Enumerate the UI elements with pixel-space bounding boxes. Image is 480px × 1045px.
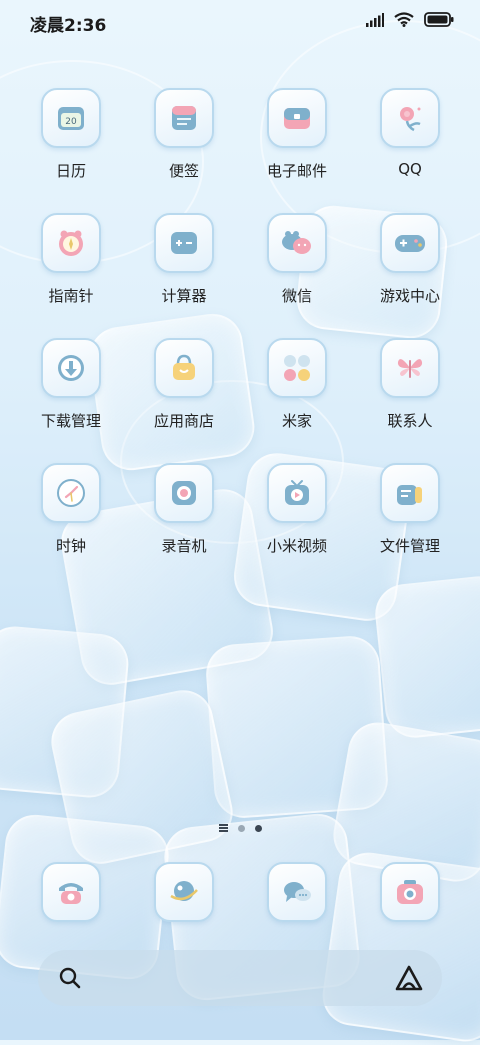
page-dot-1[interactable] [237, 824, 245, 832]
store-bag-icon [154, 338, 214, 398]
browser-planet-icon [154, 862, 214, 922]
recorder-icon [154, 463, 214, 523]
battery-icon [424, 12, 454, 27]
app-list-indicator-icon[interactable] [218, 824, 228, 832]
contacts-butterfly-icon [380, 338, 440, 398]
dock [0, 862, 480, 922]
status-icons [366, 12, 454, 27]
app-recorder[interactable]: 录音机 [129, 463, 239, 556]
mijia-icon [267, 338, 327, 398]
app-app-store[interactable]: 应用商店 [129, 338, 239, 431]
app-label-mi-video: 小米视频 [266, 537, 327, 555]
phone-icon [41, 862, 101, 922]
app-label-calendar: 日历 [55, 162, 86, 180]
app-calendar[interactable]: 20 日历 [16, 88, 126, 181]
app-label-app-store: 应用商店 [153, 412, 214, 430]
app-email[interactable]: 电子邮件 [242, 88, 352, 181]
app-label-calculator: 计算器 [161, 287, 207, 305]
calendar-icon: 20 [41, 88, 101, 148]
file-manager-icon [380, 463, 440, 523]
app-calculator[interactable]: 计算器 [129, 213, 239, 306]
notes-icon [154, 88, 214, 148]
camera-icon [380, 862, 440, 922]
status-time: 凌晨2:36 [30, 16, 107, 36]
dock-app-messages[interactable] [242, 862, 352, 922]
search-icon[interactable] [58, 966, 82, 990]
app-label-recorder: 录音机 [161, 537, 207, 555]
app-label-download-manager: 下载管理 [40, 412, 101, 430]
dock-app-camera[interactable] [355, 862, 465, 922]
app-label-file-manager: 文件管理 [379, 537, 440, 555]
compass-icon [41, 213, 101, 273]
app-label-contacts: 联系人 [387, 412, 433, 430]
dock-app-phone[interactable] [16, 862, 126, 922]
calculator-icon [154, 213, 214, 273]
page-dot-2-active[interactable] [254, 824, 262, 832]
dock-app-browser[interactable] [129, 862, 239, 922]
app-clock[interactable]: 时钟 [16, 463, 126, 556]
app-contacts[interactable]: 联系人 [355, 338, 465, 431]
app-mi-video[interactable]: 小米视频 [242, 463, 352, 556]
signal-icon [366, 12, 384, 27]
video-icon [267, 463, 327, 523]
app-label-clock: 时钟 [55, 537, 86, 555]
search-bar[interactable] [38, 950, 442, 1006]
app-qq[interactable]: QQ [355, 88, 465, 178]
wifi-icon [394, 12, 414, 27]
app-wechat[interactable]: 微信 [242, 213, 352, 306]
messages-icon [267, 862, 327, 922]
app-mijia[interactable]: 米家 [242, 338, 352, 431]
app-download-manager[interactable]: 下载管理 [16, 338, 126, 431]
clock-icon [41, 463, 101, 523]
app-label-game-center: 游戏中心 [379, 287, 440, 305]
qq-flower-icon [380, 88, 440, 148]
status-bar: 凌晨2:36 [0, 0, 480, 42]
app-label-compass: 指南针 [48, 287, 94, 305]
email-icon [267, 88, 327, 148]
gamepad-icon [380, 213, 440, 273]
wechat-icon [267, 213, 327, 273]
app-notes[interactable]: 便签 [129, 88, 239, 181]
calendar-date-text: 20 [65, 117, 77, 127]
download-icon [41, 338, 101, 398]
app-label-notes: 便签 [168, 162, 199, 180]
app-label-email: 电子邮件 [266, 162, 327, 180]
app-label-wechat: 微信 [281, 287, 312, 305]
app-game-center[interactable]: 游戏中心 [355, 213, 465, 306]
app-label-mijia: 米家 [281, 412, 312, 430]
app-label-qq: QQ [398, 160, 422, 178]
page-indicator[interactable] [0, 824, 480, 832]
app-compass[interactable]: 指南针 [16, 213, 126, 306]
assistant-icon[interactable] [394, 964, 424, 992]
app-file-manager[interactable]: 文件管理 [355, 463, 465, 556]
